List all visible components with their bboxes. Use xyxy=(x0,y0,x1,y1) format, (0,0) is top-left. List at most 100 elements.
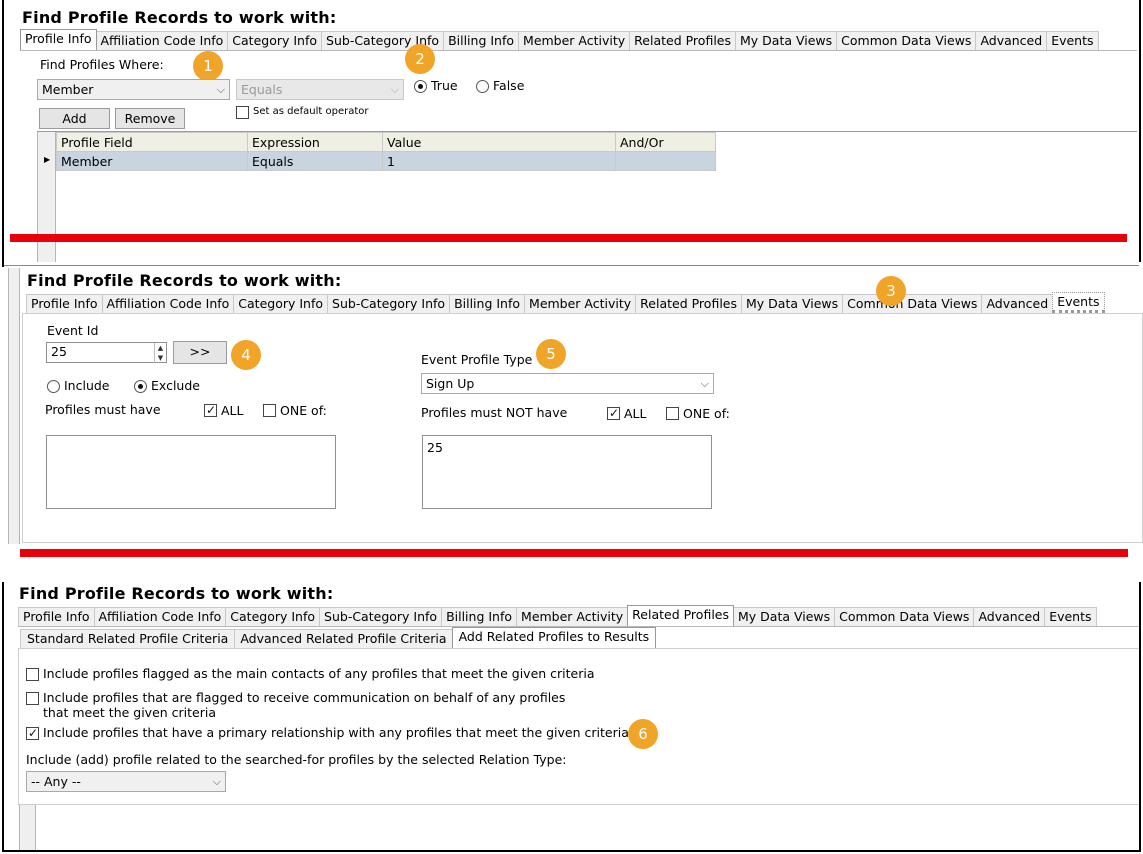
must-have-list[interactable] xyxy=(46,435,336,509)
false-radio[interactable] xyxy=(476,80,489,93)
remove-button[interactable]: Remove xyxy=(115,108,185,129)
window-border-left xyxy=(2,582,4,852)
window-border-right xyxy=(1139,0,1141,262)
callout-badge-1: 1 xyxy=(193,51,223,81)
tab-bar: Profile Info Affiliation Code Info Categ… xyxy=(18,605,1097,626)
tab-related-profiles[interactable]: Related Profiles xyxy=(635,294,742,313)
grid-row-header-column xyxy=(37,132,56,262)
tab-common-data-views[interactable]: Common Data Views xyxy=(836,31,977,50)
grid-cell[interactable] xyxy=(615,151,716,171)
must-have-all-checkbox[interactable] xyxy=(204,402,217,418)
tab-sub-category-info[interactable]: Sub-Category Info xyxy=(319,607,443,626)
event-id-value: 25 xyxy=(51,344,67,359)
must-not-have-one-of-checkbox[interactable] xyxy=(666,407,679,420)
table-row[interactable]: Member Equals 1 xyxy=(56,151,716,171)
left-gutter xyxy=(19,805,36,850)
true-radio[interactable] xyxy=(414,80,427,93)
event-id-stepper[interactable]: 25 ▲ ▼ xyxy=(46,342,167,363)
tab-category-info[interactable]: Category Info xyxy=(225,607,321,626)
must-not-have-all-label: ALL xyxy=(624,406,647,421)
tab-billing-info[interactable]: Billing Info xyxy=(443,31,520,50)
grid-cell[interactable]: 1 xyxy=(382,151,616,171)
tab-advanced[interactable]: Advanced xyxy=(975,31,1048,50)
tab-underline xyxy=(20,50,1137,51)
exclude-radio[interactable] xyxy=(134,380,147,393)
tab-related-profiles[interactable]: Related Profiles xyxy=(627,605,734,626)
false-label: False xyxy=(493,78,525,93)
tab-member-activity[interactable]: Member Activity xyxy=(524,294,637,313)
tab-member-activity[interactable]: Member Activity xyxy=(516,607,629,626)
add-button[interactable]: Add xyxy=(39,108,110,129)
relation-type-select[interactable]: -- Any -- ⌵ xyxy=(26,771,226,792)
tab-profile-info[interactable]: Profile Info xyxy=(20,29,97,50)
grid-cell[interactable]: Equals xyxy=(247,151,383,171)
communication-checkbox[interactable] xyxy=(26,692,39,705)
must-have-one-of-label: ONE of: xyxy=(280,403,327,418)
tab-events[interactable]: Events xyxy=(1052,292,1105,313)
window-border-left xyxy=(2,0,4,262)
tab-events[interactable]: Events xyxy=(1046,31,1099,50)
must-not-have-list[interactable]: 25 xyxy=(422,435,712,509)
primary-relationship-label: Include profiles that have a primary rel… xyxy=(43,725,629,740)
tab-bar: Profile Info Affiliation Code Info Categ… xyxy=(26,292,1105,313)
callout-badge-3: 3 xyxy=(876,276,906,306)
tab-affiliation-code-info[interactable]: Affiliation Code Info xyxy=(93,607,227,626)
event-id-label: Event Id xyxy=(47,323,99,338)
must-have-one-of-checkbox[interactable] xyxy=(263,404,276,417)
subtab-bar: Standard Related Profile Criteria Advanc… xyxy=(20,627,657,648)
tab-billing-info[interactable]: Billing Info xyxy=(441,607,518,626)
chevron-down-icon: ⌵ xyxy=(390,83,399,96)
tab-advanced[interactable]: Advanced xyxy=(981,294,1054,313)
tab-my-data-views[interactable]: My Data Views xyxy=(733,607,836,626)
callout-badge-5: 5 xyxy=(536,339,566,369)
grid-header-value[interactable]: Value xyxy=(382,132,616,152)
callout-badge-2: 2 xyxy=(405,44,435,74)
subtab-advanced-related[interactable]: Advanced Related Profile Criteria xyxy=(234,629,453,648)
tab-advanced[interactable]: Advanced xyxy=(973,607,1046,626)
subtab-add-related-to-results[interactable]: Add Related Profiles to Results xyxy=(451,627,657,648)
tab-common-data-views[interactable]: Common Data Views xyxy=(842,294,983,313)
grid-header-profile-field[interactable]: Profile Field xyxy=(56,132,248,152)
spin-arrows-icon[interactable]: ▲ ▼ xyxy=(154,343,166,363)
grid-cell[interactable]: Member xyxy=(56,151,248,171)
include-radio[interactable] xyxy=(47,380,60,393)
tab-profile-info[interactable]: Profile Info xyxy=(18,607,95,626)
list-item[interactable]: 25 xyxy=(427,440,443,455)
operator-select: Equals ⌵ xyxy=(236,79,404,100)
default-operator-checkbox[interactable] xyxy=(236,106,249,119)
window-border-right xyxy=(1139,582,1141,852)
tab-affiliation-code-info[interactable]: Affiliation Code Info xyxy=(95,31,229,50)
profile-field-select[interactable]: Member ⌵ xyxy=(37,79,230,100)
chevron-down-icon: ⌵ xyxy=(212,775,221,788)
tab-member-activity[interactable]: Member Activity xyxy=(518,31,631,50)
tab-bar: Profile Info Affiliation Code Info Categ… xyxy=(20,29,1099,50)
grid-header-expression[interactable]: Expression xyxy=(247,132,383,152)
default-operator-label: Set as default operator xyxy=(253,106,369,117)
tab-category-info[interactable]: Category Info xyxy=(233,294,329,313)
grid-header-and-or[interactable]: And/Or xyxy=(615,132,716,152)
main-contacts-checkbox[interactable] xyxy=(26,668,39,681)
row-pointer-icon: ▶ xyxy=(44,155,51,164)
event-profile-type-value: Sign Up xyxy=(426,376,475,391)
tab-profile-info[interactable]: Profile Info xyxy=(26,294,103,313)
chevron-down-icon: ⌵ xyxy=(700,377,709,390)
relation-type-label: Include (add) profile related to the sea… xyxy=(26,752,567,767)
tab-my-data-views[interactable]: My Data Views xyxy=(735,31,838,50)
must-not-have-all-checkbox[interactable] xyxy=(607,405,620,421)
event-profile-type-select[interactable]: Sign Up ⌵ xyxy=(421,373,714,394)
must-not-have-one-of-label: ONE of: xyxy=(683,406,730,421)
tab-billing-info[interactable]: Billing Info xyxy=(449,294,526,313)
tab-category-info[interactable]: Category Info xyxy=(227,31,323,50)
tab-common-data-views[interactable]: Common Data Views xyxy=(834,607,975,626)
add-event-button[interactable]: >> xyxy=(173,341,227,364)
callout-badge-6: 6 xyxy=(628,719,658,749)
tab-related-profiles[interactable]: Related Profiles xyxy=(629,31,736,50)
panel-border-top xyxy=(4,265,1139,266)
tab-sub-category-info[interactable]: Sub-Category Info xyxy=(327,294,451,313)
tab-events[interactable]: Events xyxy=(1044,607,1097,626)
subtab-standard-related[interactable]: Standard Related Profile Criteria xyxy=(20,629,236,648)
tab-my-data-views[interactable]: My Data Views xyxy=(741,294,844,313)
tab-affiliation-code-info[interactable]: Affiliation Code Info xyxy=(101,294,235,313)
callout-badge-4: 4 xyxy=(231,340,261,370)
primary-relationship-checkbox[interactable] xyxy=(26,725,39,741)
